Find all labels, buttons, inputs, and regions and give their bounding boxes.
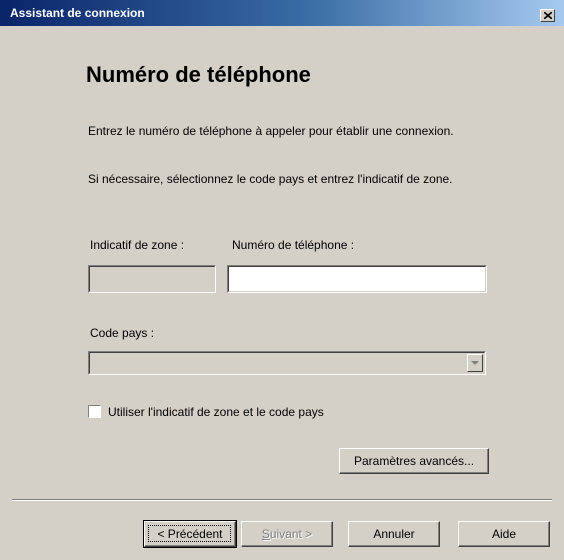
- chevron-down-icon: [471, 361, 479, 365]
- dropdown-arrow-button[interactable]: [467, 354, 483, 372]
- close-button[interactable]: [540, 9, 555, 22]
- area-code-input[interactable]: [88, 265, 216, 293]
- area-code-label: Indicatif de zone :: [90, 238, 185, 252]
- page-heading: Numéro de téléphone: [86, 62, 311, 87]
- country-code-label: Code pays :: [90, 326, 155, 340]
- next-button-label: uivant >: [269, 527, 313, 541]
- use-area-country-code-checkbox[interactable]: [88, 405, 101, 418]
- footer-separator: [12, 499, 552, 501]
- next-button-accelerator: S: [261, 527, 270, 541]
- window-title: Assistant de connexion: [10, 6, 145, 20]
- phone-number-input[interactable]: [227, 265, 487, 293]
- close-icon: [544, 12, 552, 19]
- checkbox-label: Utiliser l'indicatif de zone et le code …: [108, 405, 324, 419]
- instruction-text-1: Entrez le numéro de téléphone à appeler …: [88, 124, 454, 138]
- back-button[interactable]: < Précédent: [143, 520, 237, 548]
- country-code-dropdown[interactable]: [88, 351, 486, 375]
- advanced-settings-button[interactable]: Paramètres avancés...: [339, 448, 489, 474]
- next-button[interactable]: Suivant >: [241, 521, 333, 547]
- instruction-text-2: Si nécessaire, sélectionnez le code pays…: [88, 172, 453, 186]
- connection-wizard-window: Assistant de connexion Numéro de télépho…: [0, 0, 564, 560]
- phone-number-label: Numéro de téléphone :: [232, 238, 355, 252]
- title-bar[interactable]: Assistant de connexion: [0, 0, 564, 26]
- cancel-button[interactable]: Annuler: [348, 521, 440, 547]
- help-button[interactable]: Aide: [458, 521, 550, 547]
